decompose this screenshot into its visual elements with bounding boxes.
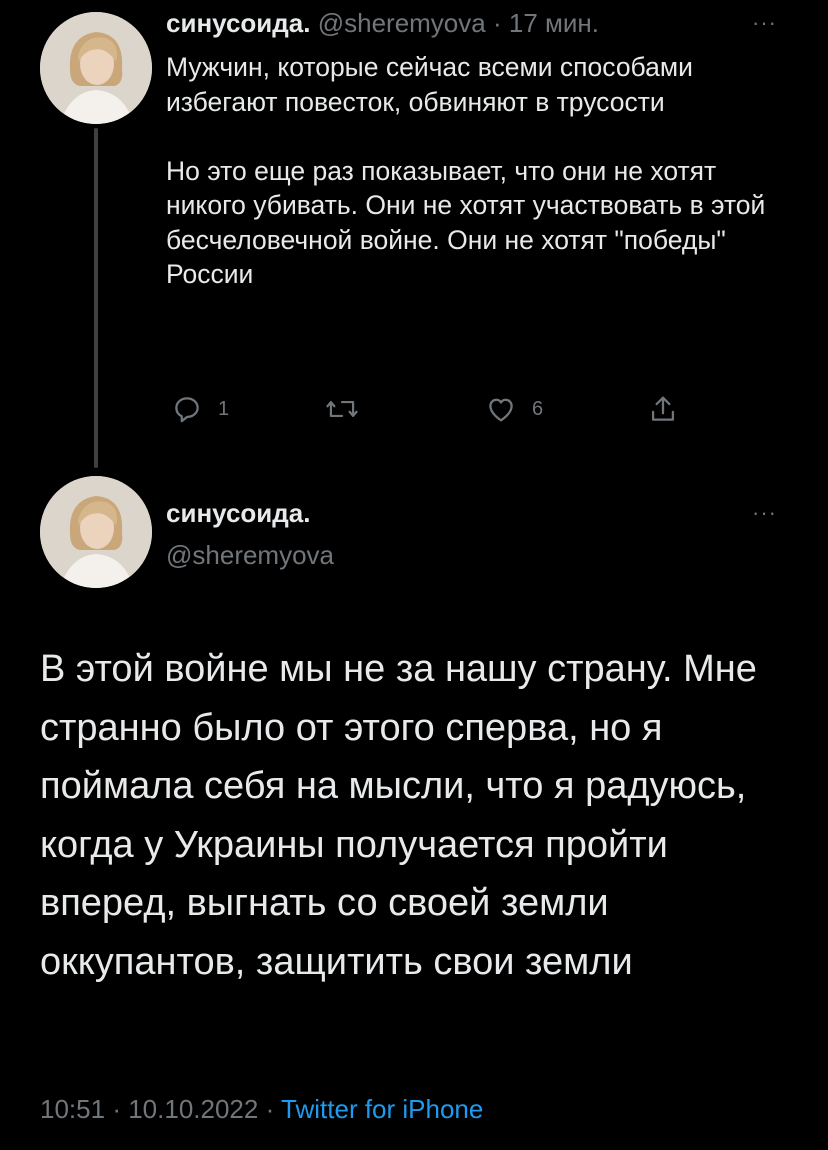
reply-button[interactable]: 1 <box>170 392 229 426</box>
thread-connector-line <box>94 128 98 468</box>
separator: · <box>112 1094 121 1124</box>
like-button[interactable]: 6 <box>484 392 543 426</box>
avatar[interactable] <box>40 476 152 588</box>
handle[interactable]: @sheremyova <box>166 540 334 571</box>
retweet-button[interactable] <box>324 392 360 426</box>
share-icon <box>651 396 675 421</box>
avatar-photo-icon <box>40 476 152 588</box>
display-name[interactable]: синусоида. <box>166 8 310 38</box>
tweet1-header: синусоида. @sheremyova · 17 мин. <box>166 8 766 38</box>
tweet-meta: 10:51 · 10.10.2022 · Twitter for iPhone <box>40 1094 483 1125</box>
tweet1-paragraph-1: Мужчин, которые сейчас всеми способами и… <box>166 52 693 117</box>
retweet-icon <box>326 400 358 418</box>
like-count: 6 <box>532 397 544 420</box>
tweet2-text: В этой войне мы не за нашу страну. Мне с… <box>40 648 757 983</box>
tweet-date[interactable]: 10.10.2022 <box>128 1094 258 1124</box>
reply-count: 1 <box>218 397 230 420</box>
tweet1-paragraph-2: Но это еще раз показывает, что они не хо… <box>166 155 766 290</box>
tweet-time[interactable]: 10:51 <box>40 1094 105 1124</box>
avatar-photo-icon <box>40 12 152 124</box>
separator: · <box>492 8 502 38</box>
more-icon[interactable]: ··· <box>752 10 777 36</box>
display-name[interactable]: синусоида. <box>166 498 310 529</box>
handle[interactable]: @sheremyova <box>318 8 486 38</box>
like-icon <box>489 398 513 422</box>
tweet1-actions: 1 6 <box>166 392 726 426</box>
avatar[interactable] <box>40 12 152 124</box>
time-ago[interactable]: 17 мин. <box>509 8 599 38</box>
more-icon[interactable]: ··· <box>752 500 777 526</box>
separator: · <box>265 1094 275 1124</box>
tweet-source-link[interactable]: Twitter for iPhone <box>281 1094 483 1124</box>
share-button[interactable] <box>646 392 680 426</box>
tweet1-text: Мужчин, которые сейчас всеми способами и… <box>166 50 786 292</box>
reply-icon <box>175 397 199 423</box>
